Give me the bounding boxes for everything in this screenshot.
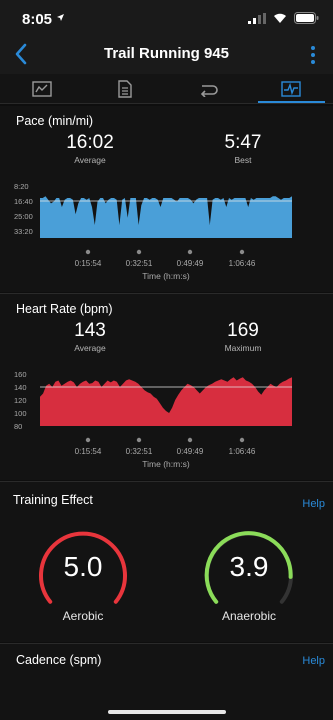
x-tick-label: 0:49:49 <box>177 447 204 456</box>
pace-best-value: 5:47 <box>224 132 262 153</box>
hr-average: 143 Average <box>45 320 135 353</box>
status-time: 8:05 <box>22 11 53 28</box>
hr-maximum-label: Maximum <box>224 343 262 353</box>
y-tick-label: 140 <box>14 383 27 392</box>
hr-maximum: 169 Maximum <box>198 320 288 353</box>
x-tick-dot <box>136 437 142 443</box>
pace-average-value: 16:02 <box>66 132 114 153</box>
wifi-icon <box>274 13 286 23</box>
x-tick-dot <box>85 437 91 443</box>
chart-series-area <box>40 196 292 238</box>
cadence-title: Cadence (spm) <box>16 653 102 667</box>
aerobic-label: Aerobic <box>62 609 104 623</box>
hr-maximum-value: 169 <box>227 320 259 341</box>
heart-rate-title: Heart Rate (bpm) <box>16 302 113 316</box>
aerobic-value: 5.0 <box>63 551 103 582</box>
y-tick-label: 8:20 <box>14 182 29 191</box>
x-tick-label: 0:32:51 <box>126 447 153 456</box>
x-tick-dot <box>85 249 91 255</box>
cadence-section: Cadence (spm) Help <box>0 644 333 720</box>
pace-best-label: Best <box>234 155 252 165</box>
pace-average-label: Average <box>74 155 106 165</box>
x-tick-dot <box>136 249 142 255</box>
x-axis-label: Time (h:m:s) <box>142 459 190 469</box>
location-arrow-icon <box>57 14 64 21</box>
x-tick-dot <box>187 249 193 255</box>
x-tick-dot <box>239 437 245 443</box>
training-effect-section: Training Effect Help 5.0 Aerobic 3.9 Ana… <box>0 482 333 642</box>
anaerobic-value: 3.9 <box>229 551 269 582</box>
page-title: Trail Running 945 <box>103 45 230 62</box>
hr-average-value: 143 <box>74 320 106 341</box>
y-tick-label: 80 <box>14 422 22 431</box>
pace-section: Pace (min/mi) 16:02 Average 5:47 Best 8:… <box>0 106 333 292</box>
pace-chart: 8:20 16:40 25:00 33:20 0:15:54 0:32:51 0:49:49… <box>14 182 292 281</box>
more-options-icon[interactable] <box>309 44 317 66</box>
cadence-help-link[interactable]: Help <box>302 655 325 667</box>
tab-details[interactable] <box>83 74 166 103</box>
chart-icon <box>281 80 302 97</box>
training-effect-title: Training Effect <box>13 493 93 507</box>
tab-summary[interactable] <box>0 74 83 103</box>
x-tick-dot <box>239 249 245 255</box>
summary-icon <box>31 80 52 97</box>
heart-rate-section: Heart Rate (bpm) 143 Average 169 Maximum… <box>0 294 333 480</box>
home-indicator <box>108 710 226 714</box>
x-tick-label: 0:15:54 <box>75 259 102 268</box>
x-tick-label: 1:06:46 <box>229 259 256 268</box>
x-tick-label: 0:15:54 <box>75 447 102 456</box>
y-tick-label: 25:00 <box>14 212 33 221</box>
x-tick-label: 1:06:46 <box>229 447 256 456</box>
tab-charts[interactable] <box>250 74 333 103</box>
y-tick-label: 100 <box>14 409 27 418</box>
anaerobic-label: Anaerobic <box>221 609 277 623</box>
hr-average-label: Average <box>74 343 106 353</box>
training-effect-help-link[interactable]: Help <box>302 498 325 510</box>
x-tick-label: 0:49:49 <box>177 259 204 268</box>
x-tick-label: 0:32:51 <box>126 259 153 268</box>
laps-icon <box>200 84 218 97</box>
pace-best: 5:47 Best <box>198 132 288 165</box>
status-bar: 8:05 <box>0 0 333 36</box>
x-tick-dot <box>187 437 193 443</box>
tab-bar <box>0 74 333 104</box>
document-icon <box>118 79 132 98</box>
heart-rate-chart: 160 140 120 100 80 0:15:54 0:32:51 0:49:49 1:06:… <box>14 370 292 469</box>
battery-icon <box>294 12 319 24</box>
x-axis-label: Time (h:m:s) <box>142 271 190 281</box>
y-tick-label: 33:20 <box>14 227 33 236</box>
y-tick-label: 16:40 <box>14 197 33 206</box>
chart-series-area <box>40 377 292 426</box>
y-tick-label: 120 <box>14 396 27 405</box>
pace-average: 16:02 Average <box>45 132 135 165</box>
signal-icon <box>248 12 266 24</box>
y-tick-label: 160 <box>14 370 27 379</box>
pace-title: Pace (min/mi) <box>16 114 94 128</box>
tab-laps[interactable] <box>167 74 250 103</box>
navigation-bar: Trail Running 945 <box>0 36 333 74</box>
